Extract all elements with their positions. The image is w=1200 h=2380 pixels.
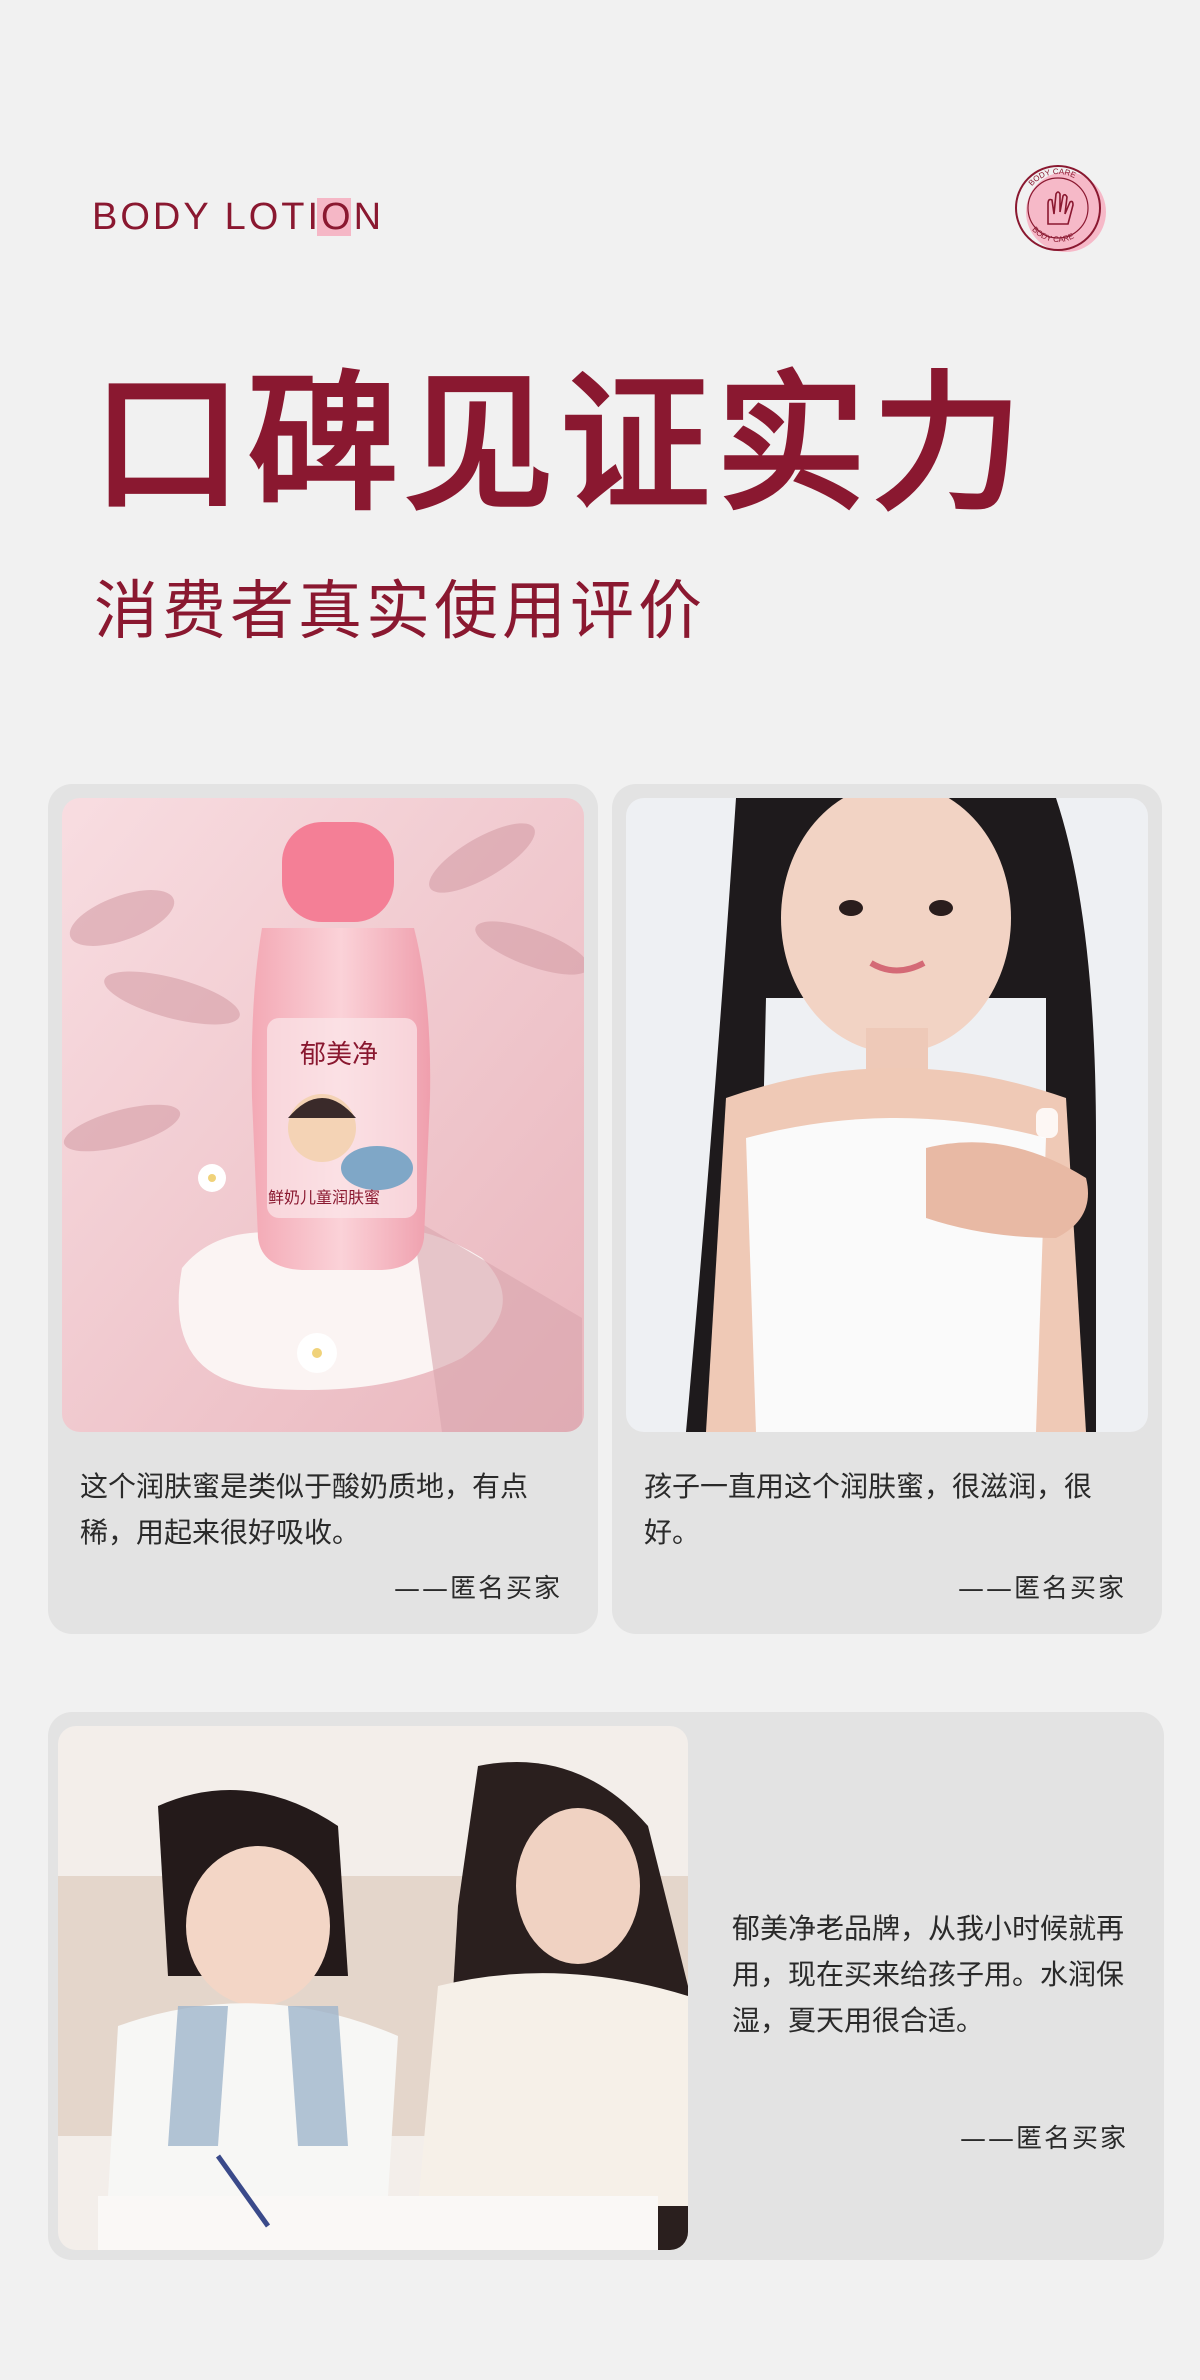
section-eyebrow: BODY LOTION xyxy=(92,196,384,239)
review-author: ——匿名买家 xyxy=(393,1574,562,1604)
review-text: 这个润肤蜜是类似于酸奶质地，有点稀，用起来很好吸收。 xyxy=(80,1470,529,1549)
review-text: 郁美净老品牌，从我小时候就再用，现在买来给孩子用。水润保湿，夏天用很合适。 xyxy=(732,1912,1125,2037)
child-applying-lotion-photo xyxy=(626,798,1148,1432)
eyebrow-text-end: N xyxy=(353,196,385,238)
bottle-product-name: 鲜奶儿童润肤蜜 xyxy=(268,1188,380,1207)
product-bottle-photo: 郁美净 鲜奶儿童润肤蜜 xyxy=(62,798,584,1432)
eyebrow-text-start: BODY LOTI xyxy=(92,196,322,238)
review-author: ——匿名买家 xyxy=(959,2124,1128,2154)
review-text: 孩子一直用这个润肤蜜，很滋润，很好。 xyxy=(644,1470,1093,1549)
review-card-3: 郁美净老品牌，从我小时候就再用，现在买来给孩子用。水润保湿，夏天用很合适。 ——… xyxy=(48,1712,1164,2260)
bottle-brand-name: 郁美净 xyxy=(300,1040,378,1070)
body-care-seal-icon: BODY CARE BODY CARE xyxy=(1010,160,1110,260)
mother-daughter-photo xyxy=(58,1726,688,2250)
eyebrow-highlight-letter: O xyxy=(321,196,354,238)
review-author: ——匿名买家 xyxy=(957,1574,1126,1604)
page-subtitle: 消费者真实使用评价 xyxy=(94,575,706,649)
page-title: 口碑见证实力 xyxy=(92,358,1029,532)
review-card-1: 郁美净 鲜奶儿童润肤蜜 这个润肤蜜是类似于酸奶质地，有点稀，用起来很好吸收。 —… xyxy=(48,784,598,1634)
review-card-2: 孩子一直用这个润肤蜜，很滋润，很好。 ——匿名买家 xyxy=(612,784,1162,1634)
